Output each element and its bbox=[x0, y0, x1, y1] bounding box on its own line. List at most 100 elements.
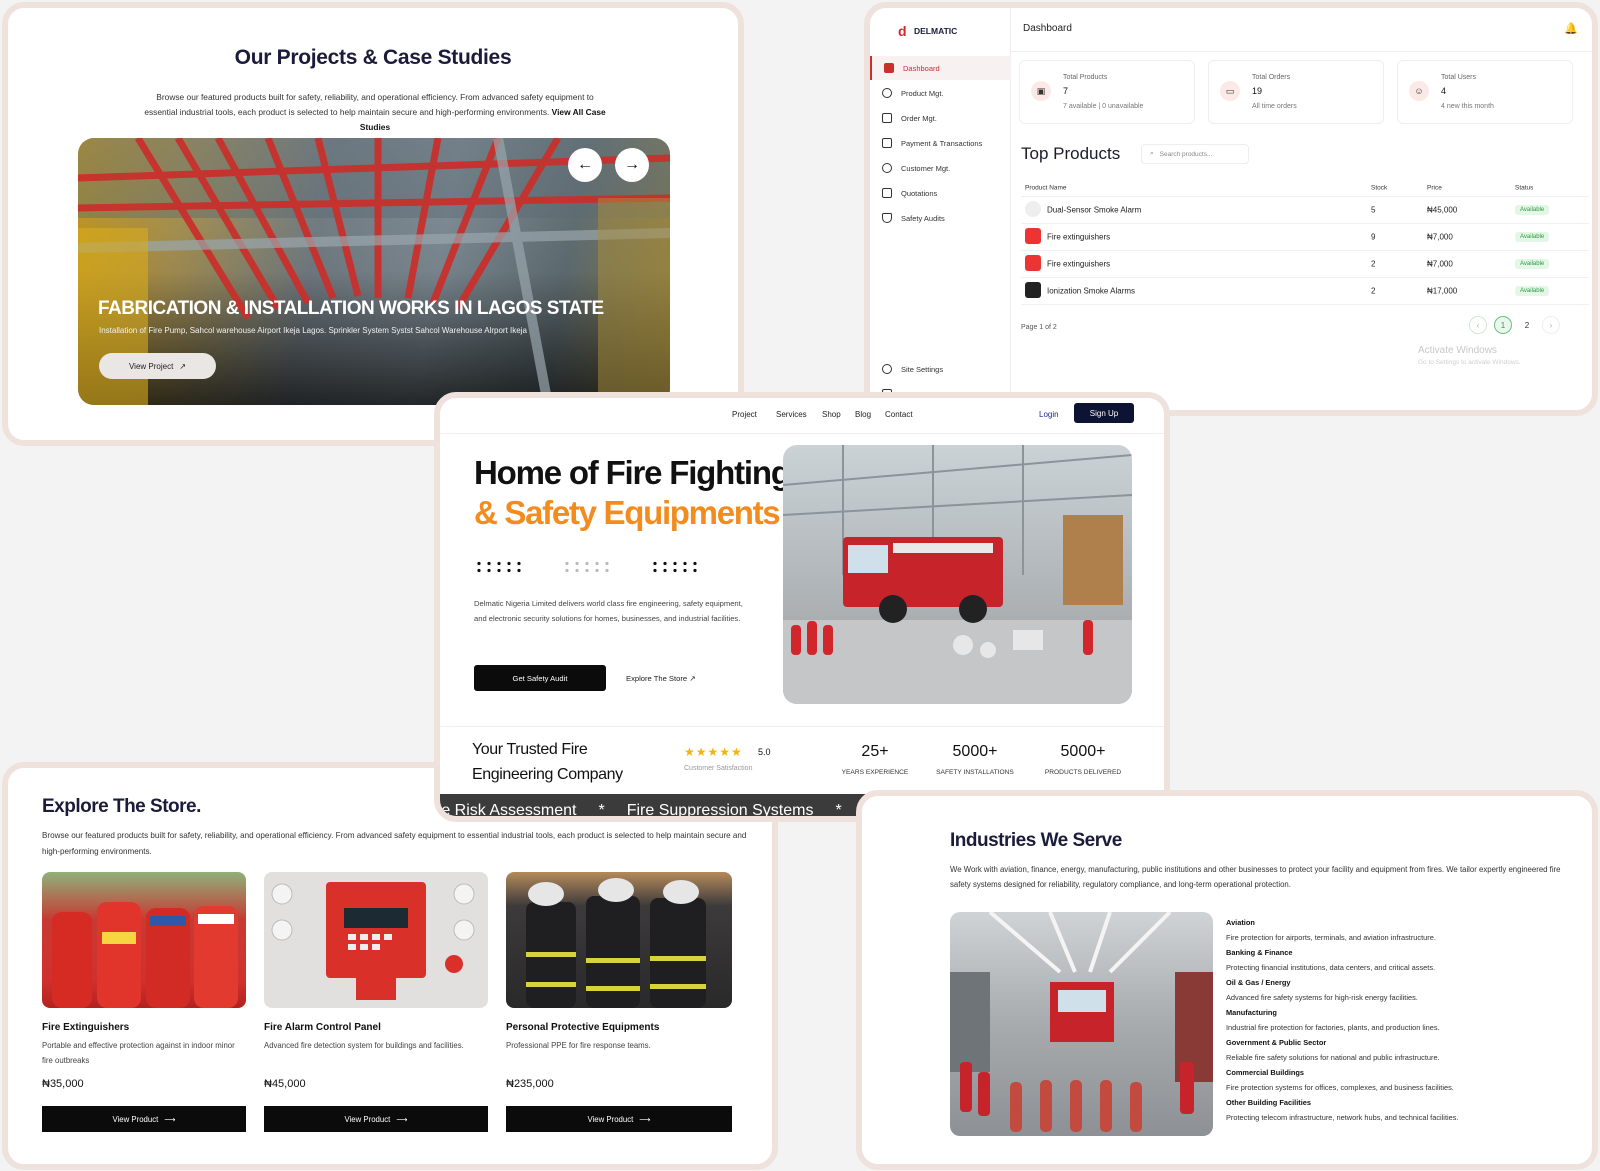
stat-label: Total Products bbox=[1063, 74, 1108, 81]
arrow-right-icon: ⟶ bbox=[164, 1114, 176, 1124]
industry-description: Reliable fire safety solutions for natio… bbox=[1226, 1053, 1440, 1062]
brand-logo[interactable]: d DELMATIC bbox=[898, 24, 957, 38]
prev-slide-button[interactable]: ← bbox=[568, 148, 602, 182]
nav-shop[interactable]: Shop bbox=[822, 410, 841, 419]
industry-heading: Government & Public Sector bbox=[1226, 1038, 1327, 1047]
page-1-button[interactable]: 1 bbox=[1494, 316, 1512, 334]
ticker-separator: * bbox=[835, 802, 842, 819]
delmatic-logo-icon: d bbox=[898, 23, 907, 39]
product-stock: 2 bbox=[1371, 286, 1376, 296]
nav-services[interactable]: Services bbox=[776, 410, 807, 419]
industry-description: Protecting financial institutions, data … bbox=[1226, 963, 1436, 972]
sidebar-item-customer-mgt[interactable]: Customer Mgt. bbox=[870, 156, 1011, 180]
product-price: ₦45,000 bbox=[1427, 205, 1458, 215]
stat-sub: All time orders bbox=[1252, 103, 1297, 110]
rating-label: Customer Satisfaction bbox=[684, 765, 753, 772]
product-stock: 9 bbox=[1371, 232, 1376, 242]
product-card-fire-extinguishers[interactable]: Fire Extinguishers Portable and effectiv… bbox=[42, 872, 246, 1132]
product-name: Fire Extinguishers bbox=[42, 1022, 130, 1033]
sidebar-item-dashboard[interactable]: Dashboard bbox=[870, 56, 1011, 80]
dashboard-header: Dashboard 🔔 bbox=[1011, 8, 1592, 52]
view-product-button[interactable]: View Product ⟶ bbox=[42, 1106, 246, 1132]
industry-heading: Banking & Finance bbox=[1226, 948, 1293, 957]
box-icon: ▣ bbox=[1031, 81, 1051, 101]
stat-label: PRODUCTS DELIVERED bbox=[1044, 769, 1122, 776]
table-header: Product Name Stock Price Status bbox=[1021, 180, 1589, 197]
table-row[interactable]: Dual-Sensor Smoke Alarm 5 ₦45,000 Availa… bbox=[1021, 197, 1589, 224]
shield-icon bbox=[882, 213, 892, 223]
projects-card: Our Projects & Case Studies Browse our f… bbox=[2, 2, 744, 446]
get-safety-audit-button[interactable]: Get Safety Audit bbox=[474, 665, 606, 691]
product-thumbnail bbox=[1025, 228, 1041, 244]
product-name: Personal Protective Equipments bbox=[506, 1022, 660, 1033]
product-card-ppe[interactable]: Personal Protective Equipments Professio… bbox=[506, 872, 732, 1132]
industry-heading: Manufacturing bbox=[1226, 1008, 1277, 1017]
sidebar-item-label: Payment & Transactions bbox=[901, 138, 983, 148]
rating-value: 5.0 bbox=[758, 747, 771, 757]
view-product-label: View Product bbox=[587, 1114, 634, 1124]
ticker-item: Fire Suppression Systems bbox=[626, 802, 814, 819]
industries-card: Industries We Serve We Work with aviatio… bbox=[856, 790, 1598, 1170]
view-product-button[interactable]: View Product ⟶ bbox=[264, 1106, 488, 1132]
chevron-left-icon: ‹ bbox=[1476, 320, 1480, 330]
sidebar-item-product-mgt[interactable]: Product Mgt. bbox=[870, 81, 1011, 105]
product-card-fire-alarm-panel[interactable]: Fire Alarm Control Panel Advanced fire d… bbox=[264, 872, 488, 1132]
nav-blog[interactable]: Blog bbox=[855, 410, 871, 419]
projects-title: Our Projects & Case Studies bbox=[234, 46, 512, 69]
extinguishers-illustration bbox=[52, 902, 238, 1008]
product-stock: 2 bbox=[1371, 259, 1376, 269]
login-link[interactable]: Login bbox=[1039, 410, 1059, 419]
sidebar-item-payment[interactable]: Payment & Transactions bbox=[870, 131, 1011, 155]
trust-line-2: Engineering Company bbox=[472, 766, 623, 783]
industry-description: Protecting telecom infrastructure, netwo… bbox=[1226, 1113, 1459, 1122]
view-project-button[interactable]: View Project ↗ bbox=[99, 353, 216, 379]
industries-description: We Work with aviation, finance, energy, … bbox=[950, 865, 1561, 889]
brand-name: DELMATIC bbox=[914, 26, 958, 36]
ticker-separator: * bbox=[598, 802, 605, 819]
stat-label: Total Orders bbox=[1252, 74, 1291, 81]
table-row[interactable]: Ionization Smoke Alarms 2 ₦17,000 Availa… bbox=[1021, 278, 1589, 305]
sidebar-item-quotations[interactable]: Quotations bbox=[870, 181, 1011, 205]
product-thumbnail bbox=[1025, 282, 1041, 298]
industry-heading: Commercial Buildings bbox=[1226, 1068, 1305, 1077]
view-project-label: View Project bbox=[128, 361, 174, 371]
store-description: Browse our featured products built for s… bbox=[42, 831, 747, 856]
arrow-up-right-icon: ↗ bbox=[689, 674, 696, 683]
industry-description: Fire protection for airports, terminals,… bbox=[1226, 933, 1436, 942]
next-slide-button[interactable]: → bbox=[615, 148, 649, 182]
top-products-title: Top Products bbox=[1021, 144, 1121, 163]
product-description: Portable and effective protection agains… bbox=[42, 1041, 235, 1065]
clipboard-icon bbox=[882, 188, 892, 198]
view-product-button[interactable]: View Product ⟶ bbox=[506, 1106, 732, 1132]
rating-stars-icon: ★★★★★ bbox=[684, 745, 743, 759]
store-title: Explore The Store. bbox=[42, 796, 201, 817]
stat-value: 4 bbox=[1441, 86, 1447, 96]
table-row[interactable]: Fire extinguishers 9 ₦7,000 Available bbox=[1021, 224, 1589, 251]
table-row[interactable]: Fire extinguishers 2 ₦7,000 Available bbox=[1021, 251, 1589, 278]
search-input[interactable]: ⌕ Search products... bbox=[1141, 144, 1249, 164]
bell-icon[interactable]: 🔔 bbox=[1564, 22, 1578, 35]
project-hero-title: FABRICATION & INSTALLATION WORKS IN LAGO… bbox=[98, 298, 604, 319]
stat-value: 5000+ bbox=[952, 743, 998, 760]
column-header-price: Price bbox=[1427, 184, 1442, 192]
arrow-right-icon: → bbox=[624, 156, 640, 173]
activate-windows-subtext: Go to Settings to activate Windows. bbox=[1418, 359, 1521, 366]
hero-card: Project Services Shop Blog Contact Login… bbox=[434, 392, 1170, 822]
nav-contact[interactable]: Contact bbox=[885, 410, 913, 419]
users-icon bbox=[882, 163, 892, 173]
sidebar-item-safety-audits[interactable]: Safety Audits bbox=[870, 206, 1011, 230]
sidebar-item-order-mgt[interactable]: Order Mgt. bbox=[870, 106, 1011, 130]
sidebar-item-site-settings[interactable]: Site Settings bbox=[870, 357, 1011, 381]
stat-total-products: ▣ Total Products 7 7 available | 0 unava… bbox=[1019, 60, 1195, 124]
status-badge: Available bbox=[1515, 259, 1550, 269]
signup-button[interactable]: Sign Up bbox=[1074, 403, 1134, 423]
explore-store-link[interactable]: Explore The Store ↗ bbox=[626, 674, 696, 683]
hero-description: Delmatic Nigeria Limited delivers world … bbox=[474, 599, 743, 623]
page-2-button[interactable]: 2 bbox=[1518, 316, 1536, 334]
prev-page-button[interactable]: ‹ bbox=[1469, 316, 1487, 334]
nav-project[interactable]: Project bbox=[732, 410, 757, 419]
page-title: Dashboard bbox=[1023, 23, 1072, 34]
stat-label: Total Users bbox=[1441, 74, 1477, 81]
product-name: Fire extinguishers bbox=[1047, 232, 1111, 242]
next-page-button[interactable]: › bbox=[1542, 316, 1560, 334]
